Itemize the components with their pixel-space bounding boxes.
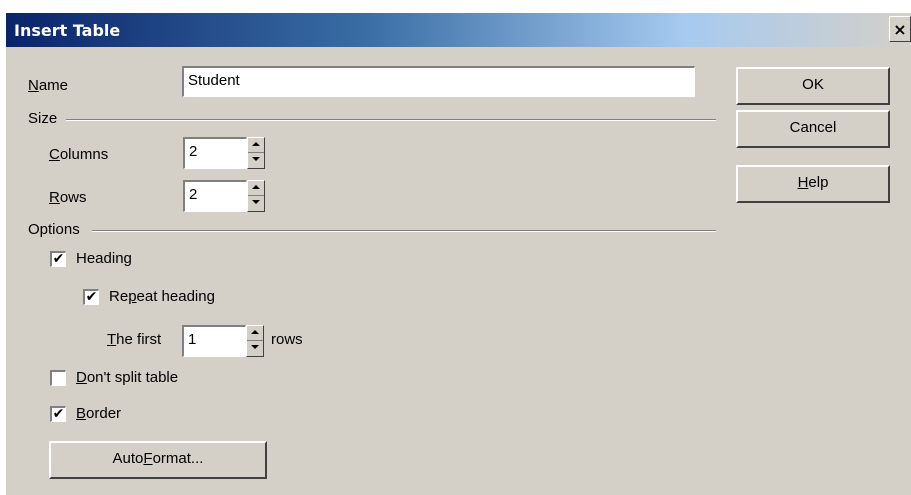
columns-decrement[interactable] — [248, 153, 264, 168]
the-first-increment[interactable] — [247, 326, 263, 341]
heading-checkbox[interactable]: ✔ — [50, 251, 66, 267]
columns-input[interactable]: 2 — [183, 137, 247, 169]
the-first-input[interactable]: 1 — [182, 325, 246, 357]
rows-increment[interactable] — [248, 181, 264, 196]
heading-label: Heading — [76, 250, 132, 267]
arrow-down-icon — [252, 157, 260, 161]
the-first-spinner[interactable] — [246, 325, 264, 357]
dont-split-table-label: Don't split table — [76, 369, 179, 386]
arrow-up-icon — [252, 185, 260, 189]
rows-decrement[interactable] — [248, 196, 264, 211]
size-separator — [66, 119, 716, 121]
insert-table-dialog: Insert Table × Name Student Size Columns… — [5, 12, 911, 495]
name-input[interactable]: Student — [182, 66, 695, 97]
rows-suffix-label: rows — [271, 331, 303, 348]
name-label: Name — [28, 77, 69, 94]
help-button[interactable]: Help — [736, 165, 890, 203]
the-first-label: The first — [107, 331, 162, 348]
rows-input[interactable]: 2 — [183, 180, 247, 212]
dont-split-table-checkbox[interactable] — [50, 370, 66, 386]
autoformat-button[interactable]: AutoFormat... — [49, 441, 267, 479]
arrow-up-icon — [251, 330, 259, 334]
the-first-decrement[interactable] — [247, 341, 263, 356]
arrow-up-icon — [252, 142, 260, 146]
close-button[interactable]: × — [889, 16, 911, 42]
ok-button[interactable]: OK — [736, 67, 890, 105]
options-section-label: Options — [28, 221, 80, 238]
size-section-label: Size — [28, 110, 58, 127]
dialog-title: Insert Table — [14, 21, 121, 40]
repeat-heading-checkbox[interactable]: ✔ — [83, 289, 99, 305]
border-label: Border — [76, 405, 122, 422]
columns-spinner[interactable] — [247, 137, 265, 169]
rows-spinner[interactable] — [247, 180, 265, 212]
columns-increment[interactable] — [248, 138, 264, 153]
title-bar: Insert Table × — [6, 13, 911, 47]
cancel-button[interactable]: Cancel — [736, 110, 890, 148]
arrow-down-icon — [251, 345, 259, 349]
options-separator — [92, 230, 716, 232]
arrow-down-icon — [252, 200, 260, 204]
repeat-heading-label: Repeat heading — [109, 288, 215, 305]
border-checkbox[interactable]: ✔ — [50, 406, 66, 422]
columns-label: Columns — [49, 146, 109, 163]
rows-label: Rows — [49, 189, 87, 206]
